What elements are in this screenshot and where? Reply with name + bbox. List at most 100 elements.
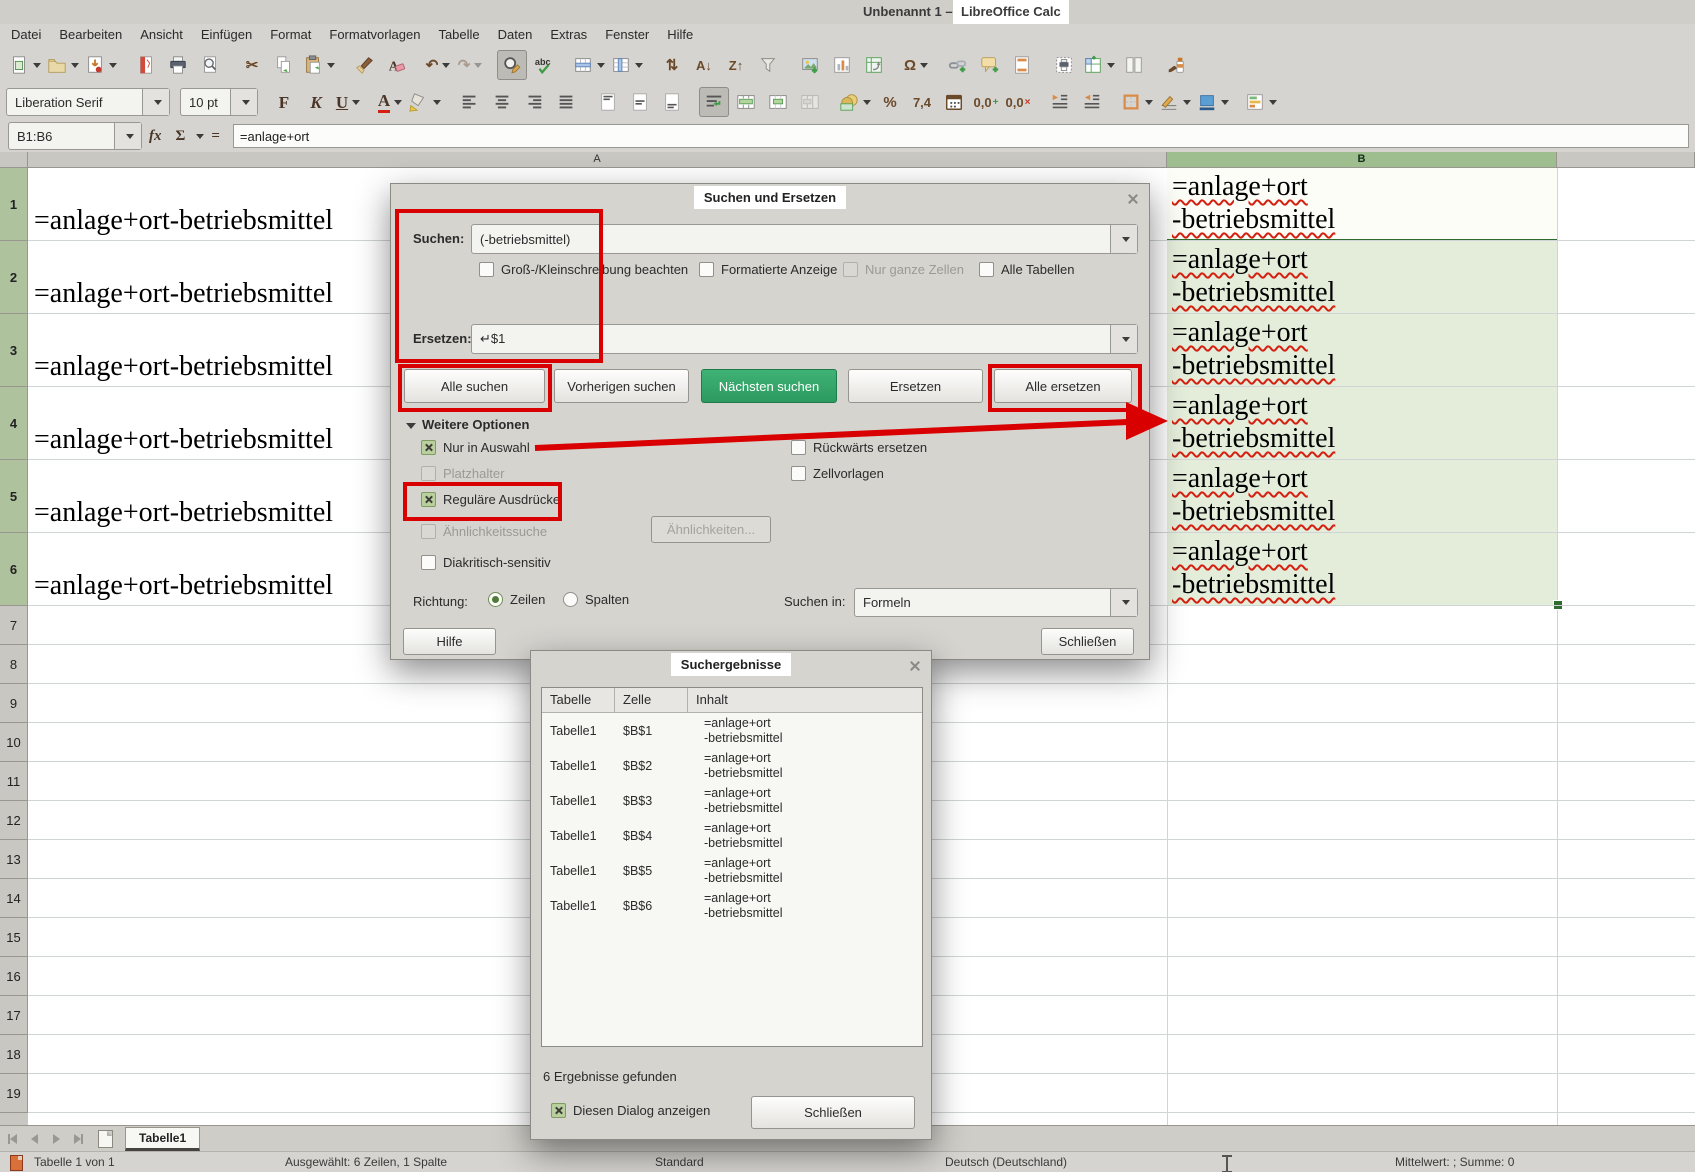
print-button[interactable] xyxy=(163,50,193,80)
cell-b2[interactable]: =anlage+ort-betriebsmittel xyxy=(1167,241,1557,314)
chevron-down-icon[interactable] xyxy=(352,100,360,105)
align-justify-button[interactable] xyxy=(551,87,581,117)
indent-decrease-button[interactable] xyxy=(1077,87,1107,117)
insert-row-button[interactable] xyxy=(571,50,607,80)
row-header-10[interactable]: 10 xyxy=(0,723,28,762)
row-header-7[interactable]: 7 xyxy=(0,606,28,645)
search-in-select[interactable]: Formeln xyxy=(854,588,1138,617)
column-header-c[interactable] xyxy=(1557,152,1695,168)
status-language[interactable]: Deutsch (Deutschland) xyxy=(945,1155,1067,1169)
row-header-16[interactable]: 16 xyxy=(0,957,28,996)
menu-bearbeiten[interactable]: Bearbeiten xyxy=(50,24,131,45)
chevron-down-icon[interactable] xyxy=(394,100,402,105)
indent-increase-button[interactable] xyxy=(1045,87,1075,117)
font-size-dropdown[interactable] xyxy=(230,89,257,115)
row-header-1[interactable]: 1 xyxy=(0,168,28,241)
merge-cells-button[interactable] xyxy=(731,87,761,117)
last-sheet-icon[interactable] xyxy=(68,1129,88,1149)
menu-formatvorlagen[interactable]: Formatvorlagen xyxy=(320,24,429,45)
menu-hilfe[interactable]: Hilfe xyxy=(658,24,702,45)
sum-icon[interactable]: Σ xyxy=(176,128,186,145)
columns-radio[interactable]: Spalten xyxy=(563,592,629,607)
chevron-down-icon[interactable] xyxy=(863,100,871,105)
result-row-4[interactable]: Tabelle1$B$4=anlage+ort-betriebsmittel xyxy=(542,818,922,853)
autofilter-button[interactable] xyxy=(753,50,783,80)
border-style-button[interactable] xyxy=(1157,87,1193,117)
row-header-6[interactable]: 6 xyxy=(0,533,28,606)
chevron-down-icon[interactable] xyxy=(71,63,79,68)
result-row-5[interactable]: Tabelle1$B$5=anlage+ort-betriebsmittel xyxy=(542,853,922,888)
search-dropdown[interactable] xyxy=(1110,225,1137,253)
results-close-button[interactable]: Schließen xyxy=(751,1096,915,1129)
dialog-title-bar[interactable]: Suchergebnisse xyxy=(531,651,931,681)
match-case-checkbox[interactable]: Groß-/Kleinschreibung beachten xyxy=(479,262,688,277)
valign-middle-button[interactable] xyxy=(625,87,655,117)
number-format-button[interactable]: 7,4 xyxy=(907,87,937,117)
chevron-down-icon[interactable] xyxy=(635,63,643,68)
valign-top-button[interactable] xyxy=(593,87,623,117)
menu-ansicht[interactable]: Ansicht xyxy=(131,24,192,45)
bold-button[interactable]: F xyxy=(269,87,299,117)
row-header-17[interactable]: 17 xyxy=(0,996,28,1035)
font-name-dropdown[interactable] xyxy=(142,89,169,115)
freeze-panes-button[interactable] xyxy=(1081,50,1117,80)
cut-button[interactable]: ✂ xyxy=(237,50,267,80)
spelling-button[interactable]: abc xyxy=(529,50,559,80)
insert-column-button[interactable] xyxy=(609,50,645,80)
result-row-1[interactable]: Tabelle1$B$1=anlage+ort-betriebsmittel xyxy=(542,713,922,748)
replace-all-button[interactable]: Alle ersetzen xyxy=(994,369,1132,403)
conditional-formatting-button[interactable] xyxy=(1243,87,1279,117)
row-header-14[interactable]: 14 xyxy=(0,879,28,918)
find-next-button[interactable]: Nächsten suchen xyxy=(701,369,837,403)
result-row-2[interactable]: Tabelle1$B$2=anlage+ort-betriebsmittel xyxy=(542,748,922,783)
export-pdf-button[interactable] xyxy=(131,50,161,80)
formatted-display-checkbox[interactable]: Formatierte Anzeige xyxy=(699,262,837,277)
close-icon[interactable] xyxy=(909,660,921,672)
open-folder-button[interactable] xyxy=(45,50,81,80)
chevron-down-icon[interactable] xyxy=(109,63,117,68)
italic-button[interactable]: K xyxy=(301,87,331,117)
col-header-cell[interactable]: Zelle xyxy=(615,688,688,712)
underline-button[interactable]: U xyxy=(333,87,363,117)
replace-input[interactable]: ↵$1 xyxy=(471,324,1138,354)
column-header-b[interactable]: B xyxy=(1167,152,1557,168)
status-stats[interactable]: Mittelwert: ; Summe: 0 xyxy=(1395,1155,1514,1169)
date-format-button[interactable] xyxy=(939,87,969,117)
menu-datei[interactable]: Datei xyxy=(2,24,50,45)
replace-button[interactable]: Ersetzen xyxy=(848,369,983,403)
chevron-down-icon[interactable] xyxy=(196,134,204,139)
sort-descending-button[interactable]: Z↑ xyxy=(721,50,751,80)
paste-button[interactable] xyxy=(301,50,337,80)
font-name-combo[interactable]: Liberation Serif xyxy=(6,88,170,116)
select-all-corner[interactable] xyxy=(0,152,28,168)
row-header-4[interactable]: 4 xyxy=(0,387,28,460)
borders-button[interactable] xyxy=(1119,87,1155,117)
cell-styles-checkbox[interactable]: Zellvorlagen xyxy=(791,466,884,481)
row-header-11[interactable]: 11 xyxy=(0,762,28,801)
menu-extras[interactable]: Extras xyxy=(541,24,596,45)
regular-expressions-checkbox[interactable]: Reguläre Ausdrücke xyxy=(421,492,560,507)
selected-range-b1-b6[interactable]: =anlage+ort-betriebsmittel=anlage+ort-be… xyxy=(1167,168,1557,606)
close-button[interactable]: Schließen xyxy=(1041,628,1134,655)
menu-format[interactable]: Format xyxy=(261,24,320,45)
currency-format-button[interactable] xyxy=(837,87,873,117)
align-center-button[interactable] xyxy=(487,87,517,117)
cell-b1[interactable]: =anlage+ort-betriebsmittel xyxy=(1167,168,1557,241)
cell-b3[interactable]: =anlage+ort-betriebsmittel xyxy=(1167,314,1557,387)
menu-fenster[interactable]: Fenster xyxy=(596,24,658,45)
chevron-down-icon[interactable] xyxy=(442,63,450,68)
delete-decimal-button[interactable]: 0,0× xyxy=(1003,87,1033,117)
name-box-dropdown[interactable] xyxy=(114,123,141,149)
row-header-18[interactable]: 18 xyxy=(0,1035,28,1074)
col-header-content[interactable]: Inhalt xyxy=(688,688,922,712)
replace-backwards-checkbox[interactable]: Rückwärts ersetzen xyxy=(791,440,927,455)
cell-b5[interactable]: =anlage+ort-betriebsmittel xyxy=(1167,460,1557,533)
merge-center-button[interactable] xyxy=(763,87,793,117)
align-right-button[interactable] xyxy=(519,87,549,117)
menu-daten[interactable]: Daten xyxy=(489,24,542,45)
column-header-a[interactable]: A xyxy=(28,152,1167,168)
chevron-down-icon[interactable] xyxy=(1145,100,1153,105)
align-left-button[interactable] xyxy=(455,87,485,117)
font-size-combo[interactable]: 10 pt xyxy=(180,88,258,116)
equals-icon[interactable]: = xyxy=(211,128,220,145)
